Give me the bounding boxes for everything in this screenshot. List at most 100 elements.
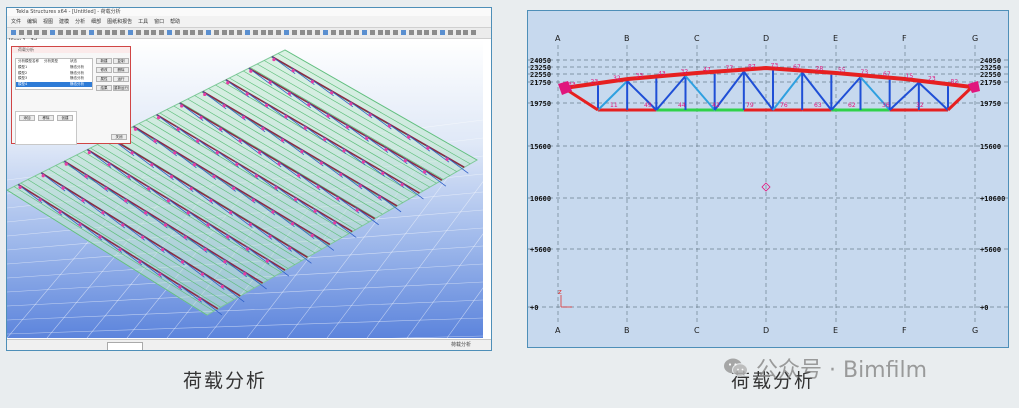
toolbar-button[interactable]: [346, 30, 352, 35]
toolbar-button[interactable]: [57, 30, 63, 35]
toolbar-button[interactable]: [229, 30, 235, 35]
list-item[interactable]: 模型2 静态分析: [16, 71, 92, 76]
toolbar-button[interactable]: [455, 30, 461, 35]
toolbar-button[interactable]: [11, 30, 16, 35]
toolbar-button[interactable]: [237, 30, 243, 35]
toolbar-button[interactable]: [252, 30, 258, 35]
command-input[interactable]: [107, 342, 143, 350]
toolbar-button[interactable]: [338, 30, 344, 35]
toolbar-button[interactable]: [42, 30, 48, 35]
load-marker: [150, 163, 154, 167]
toolbar-button[interactable]: [401, 30, 406, 35]
menu-item[interactable]: 细部: [91, 19, 101, 25]
toolbar-button[interactable]: [221, 30, 227, 35]
truss-elevation-view[interactable]: 33 23 32 33 43 32 47 77 87 73 67 28 55 73 67 15 23 82 11 49…: [528, 11, 1008, 347]
load-marker: [307, 103, 311, 107]
menu-item[interactable]: 图纸和报告: [107, 19, 132, 25]
menu-item[interactable]: 文件: [11, 19, 21, 25]
toolbar-button[interactable]: [159, 30, 165, 35]
toolbar-button[interactable]: [471, 30, 477, 35]
toolbar-button[interactable]: [143, 30, 149, 35]
menu-item[interactable]: 窗口: [154, 19, 164, 25]
load-analysis-dialog[interactable]: 荷载分析 分析模型名称 分析类型 状态 模型1 静态分析 模型2 静态分析 模型3 静态分析 模型…: [11, 46, 131, 145]
toolbar-button[interactable]: [447, 30, 453, 35]
toolbar-button[interactable]: [182, 30, 188, 35]
list-item[interactable]: 模型3 静态分析: [16, 76, 92, 81]
toolbar-button[interactable]: [73, 30, 79, 35]
menu-item[interactable]: 分析: [75, 19, 85, 25]
toolbar-button[interactable]: [206, 30, 211, 35]
toolbar-button[interactable]: [104, 30, 110, 35]
toolbar-button[interactable]: [416, 30, 422, 35]
toolbar-button[interactable]: [167, 30, 172, 35]
toolbar-button[interactable]: [440, 30, 445, 35]
toolbar-button[interactable]: [307, 30, 313, 35]
load-marker: [384, 147, 388, 152]
toolbar-button[interactable]: [245, 30, 250, 35]
dialog-lower-button[interactable]: 移除: [38, 115, 54, 121]
toolbar-button[interactable]: [96, 30, 102, 35]
toolbar-button[interactable]: [260, 30, 266, 35]
toolbar-button[interactable]: [18, 30, 24, 35]
toolbar-button[interactable]: [463, 30, 469, 35]
toolbar-button[interactable]: [330, 30, 336, 35]
toolbar-button[interactable]: [135, 30, 141, 35]
dialog-button[interactable]: 运行: [113, 76, 129, 82]
member-label-top: 15: [906, 73, 914, 80]
menu-item[interactable]: 帮助: [170, 19, 180, 25]
toolbar-button[interactable]: [65, 30, 71, 35]
menu-item[interactable]: 工具: [138, 19, 148, 25]
toolbar-button[interactable]: [291, 30, 297, 35]
load-marker: [251, 198, 255, 202]
load-marker: [176, 127, 180, 131]
toolbar-button[interactable]: [393, 30, 399, 35]
list-item[interactable]: 模型1 静态分析: [16, 65, 92, 70]
toolbar-button[interactable]: [128, 30, 133, 35]
toolbar-button[interactable]: [151, 30, 157, 35]
toolbar-button[interactable]: [34, 30, 40, 35]
dialog-lower-button[interactable]: 创建: [57, 115, 73, 121]
menu-item[interactable]: 视图: [43, 19, 53, 25]
toolbar-button[interactable]: [190, 30, 196, 35]
toolbar-button[interactable]: [284, 30, 289, 35]
toolbar-button[interactable]: [276, 30, 282, 35]
dialog-button[interactable]: 新建: [96, 58, 112, 64]
dialog-button[interactable]: 删除: [113, 67, 129, 73]
toolbar-button[interactable]: [120, 30, 126, 35]
toolbar-button[interactable]: [385, 30, 391, 35]
list-cell: 静态分析: [70, 81, 84, 86]
toolbar-button[interactable]: [89, 30, 94, 35]
toolbar-button[interactable]: [198, 30, 204, 35]
toolbar-button[interactable]: [26, 30, 32, 35]
dialog-button[interactable]: 修改: [96, 67, 112, 73]
toolbar-button[interactable]: [50, 30, 55, 35]
toolbar-button[interactable]: [362, 30, 367, 35]
dialog-lower-button[interactable]: 添加: [19, 115, 35, 121]
member-label-top: 67: [883, 71, 891, 78]
toolbar-button[interactable]: [268, 30, 274, 35]
toolbar-button[interactable]: [315, 30, 321, 35]
list-item[interactable]: 模型4 静态分析: [16, 81, 92, 87]
menu-item[interactable]: 编辑: [27, 19, 37, 25]
toolbar-button[interactable]: [112, 30, 118, 35]
toolbar-button[interactable]: [354, 30, 360, 35]
menu-item[interactable]: 建模: [59, 19, 69, 25]
toolbar-button[interactable]: [323, 30, 328, 35]
close-button[interactable]: 关闭: [111, 134, 127, 140]
toolbar-button[interactable]: [213, 30, 219, 35]
toolbar-button[interactable]: [174, 30, 180, 35]
toolbar-button[interactable]: [408, 30, 414, 35]
dialog-button[interactable]: 属性: [96, 76, 112, 82]
dialog-button[interactable]: 结果: [96, 85, 112, 91]
analysis-model-list[interactable]: 分析模型名称 分析类型 状态 模型1 静态分析 模型2 静态分析 模型3 静态分析 模型4 静态分析: [15, 58, 93, 90]
dialog-button[interactable]: 重新运行: [113, 85, 129, 91]
toolbar-button[interactable]: [369, 30, 375, 35]
toolbar-button[interactable]: [81, 30, 87, 35]
toolbar-button[interactable]: [377, 30, 383, 35]
dialog-lower-panel[interactable]: 添加 移除 创建: [15, 111, 77, 145]
dialog-button[interactable]: 复制: [113, 58, 129, 64]
toolbar-button[interactable]: [424, 30, 430, 35]
load-marker: [203, 92, 207, 97]
toolbar-button[interactable]: [432, 30, 438, 35]
toolbar-button[interactable]: [299, 30, 305, 35]
